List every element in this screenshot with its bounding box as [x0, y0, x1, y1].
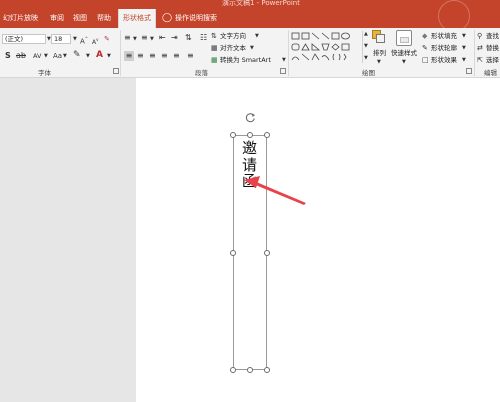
strikethrough-icon[interactable]: ab — [16, 51, 26, 61]
char-spacing-icon[interactable]: AV — [33, 51, 41, 61]
chevron-down-icon[interactable]: ▼ — [282, 55, 286, 65]
tell-me-search[interactable]: 操作说明搜索 — [175, 9, 217, 28]
annotation-arrow-icon — [244, 176, 306, 205]
gallery-more-icon[interactable]: ▼ — [364, 53, 368, 63]
chevron-down-icon[interactable]: ▼ — [377, 57, 381, 67]
shape-effects-button[interactable]: 形状效果 — [431, 55, 457, 65]
decrease-indent-icon[interactable]: ⇤ — [159, 33, 166, 43]
resize-handle[interactable] — [247, 367, 253, 373]
ribbon-tab-row: 幻灯片放映 审阅 视图 帮助 形状格式 ◯ 操作说明搜索 — [0, 9, 500, 28]
paragraph-group-label: 段落 — [195, 69, 208, 77]
find-button[interactable]: 查找 — [486, 31, 499, 41]
chevron-down-icon[interactable]: ▼ — [462, 43, 466, 53]
replace-icon[interactable]: ⇄ — [477, 43, 483, 53]
shadow-text-icon[interactable]: S — [5, 51, 11, 61]
clear-format-icon[interactable]: ✎ — [104, 34, 110, 44]
shape-outline-icon[interactable]: ✎ — [422, 43, 428, 53]
align-left-icon[interactable]: ≡ — [124, 51, 134, 61]
resize-handle[interactable] — [247, 132, 253, 138]
gallery-down-icon[interactable]: ▼ — [364, 41, 368, 51]
chevron-down-icon[interactable]: ▼ — [86, 51, 90, 61]
text-direction-icon[interactable]: ⇅ — [211, 31, 217, 41]
line-spacing-icon[interactable]: ⇅ — [185, 33, 192, 43]
font-color-icon[interactable]: A — [96, 50, 103, 60]
resize-handle[interactable] — [230, 250, 236, 256]
font-size-box[interactable]: 18 — [51, 34, 71, 44]
resize-handle[interactable] — [264, 132, 270, 138]
drawing-group-label: 绘图 — [362, 69, 375, 77]
shape-gallery[interactable] — [291, 32, 361, 66]
columns-icon[interactable]: ☷ — [200, 33, 207, 43]
smartart-icon[interactable]: ▦ — [211, 55, 218, 65]
shape-fill-button[interactable]: 形状填充 — [431, 31, 457, 41]
chevron-down-icon[interactable]: ▼ — [250, 43, 254, 53]
chevron-down-icon[interactable]: ▼ — [402, 57, 406, 67]
tab-review[interactable]: 审阅 — [50, 9, 64, 28]
convert-smartart-button[interactable]: 转换为 SmartArt — [220, 55, 271, 65]
chevron-down-icon[interactable]: ▼ — [133, 34, 137, 44]
align-right-icon[interactable]: ≡ — [149, 51, 156, 61]
textbox-char: 请 — [242, 156, 258, 174]
chevron-down-icon[interactable]: ▼ — [462, 55, 466, 65]
group-separator — [474, 30, 475, 76]
editing-group-label: 编辑 — [484, 69, 497, 77]
gallery-up-icon[interactable]: ▲ — [364, 29, 368, 39]
chevron-down-icon[interactable]: ▼ — [63, 51, 67, 61]
shape-outline-button[interactable]: 形状轮廓 — [431, 43, 457, 53]
tab-help[interactable]: 帮助 — [97, 9, 111, 28]
align-center-icon[interactable]: ≡ — [137, 51, 144, 61]
shape-effects-icon[interactable]: □ — [422, 55, 429, 65]
resize-handle[interactable] — [230, 132, 236, 138]
highlight-icon[interactable]: ✎ — [73, 50, 81, 60]
gallery-scrollbar[interactable] — [362, 31, 363, 63]
font-name-box[interactable]: (正文) — [2, 34, 46, 44]
bullets-icon[interactable]: ≡ — [124, 33, 131, 43]
tab-shape-format[interactable]: 形状格式 — [118, 9, 156, 28]
numbering-icon[interactable]: ≡ — [141, 33, 148, 43]
resize-handle[interactable] — [230, 367, 236, 373]
rotate-handle-icon[interactable] — [245, 112, 256, 123]
window-title: 演示文稿1 - PowerPoint — [222, 0, 300, 7]
decrease-font-icon[interactable]: Av — [92, 35, 98, 48]
lightbulb-icon: ◯ — [162, 13, 173, 23]
select-button[interactable]: 选择 — [486, 55, 499, 65]
shape-fill-icon[interactable]: ◆ — [422, 31, 427, 41]
quick-styles-icon[interactable] — [396, 30, 412, 46]
resize-handle[interactable] — [264, 250, 270, 256]
replace-button[interactable]: 替换 — [486, 43, 499, 53]
group-separator — [120, 30, 121, 76]
ribbon: (正文) ▼ 18 ▼ A^ Av ✎ S ab AV ▼ Aa ▼ ✎ ▼ A… — [0, 28, 500, 78]
slide-canvas[interactable] — [136, 78, 500, 402]
chevron-down-icon[interactable]: ▼ — [107, 51, 111, 61]
chevron-down-icon[interactable]: ▼ — [150, 34, 154, 44]
drawing-dialog-launcher-icon[interactable] — [466, 68, 472, 74]
resize-handle[interactable] — [264, 367, 270, 373]
distributed-icon[interactable]: ≡ — [173, 51, 180, 61]
shape-gallery-icons — [291, 32, 350, 61]
increase-font-icon[interactable]: A^ — [80, 34, 88, 46]
textbox-char: 邀 — [242, 139, 258, 157]
text-direction-button[interactable]: 文字方向 — [220, 31, 246, 41]
increase-indent-icon[interactable]: ⇥ — [171, 33, 178, 43]
select-icon[interactable]: ⇱ — [477, 55, 483, 65]
paragraph-dialog-launcher-icon[interactable] — [280, 68, 286, 74]
rtl-icon[interactable]: ≡ — [187, 51, 194, 61]
align-text-icon[interactable]: ▦ — [211, 43, 218, 53]
font-group-label: 字体 — [38, 69, 51, 77]
find-icon[interactable]: ⚲ — [477, 31, 482, 41]
title-bar: 演示文稿1 - PowerPoint — [0, 0, 500, 9]
align-text-button[interactable]: 对齐文本 — [220, 43, 246, 53]
justify-icon[interactable]: ≡ — [161, 51, 168, 61]
font-dialog-launcher-icon[interactable] — [113, 68, 119, 74]
group-separator — [288, 30, 289, 76]
tab-slideshow[interactable]: 幻灯片放映 — [3, 9, 38, 28]
chevron-down-icon[interactable]: ▼ — [255, 31, 259, 41]
chevron-down-icon[interactable]: ▼ — [73, 34, 77, 44]
arrange-icon[interactable] — [372, 30, 386, 44]
chevron-down-icon[interactable]: ▼ — [44, 51, 48, 61]
chevron-down-icon[interactable]: ▼ — [462, 31, 466, 41]
change-case-icon[interactable]: Aa — [53, 51, 62, 61]
tab-view[interactable]: 视图 — [73, 9, 87, 28]
slide-thumbnail-pane[interactable] — [0, 78, 136, 402]
